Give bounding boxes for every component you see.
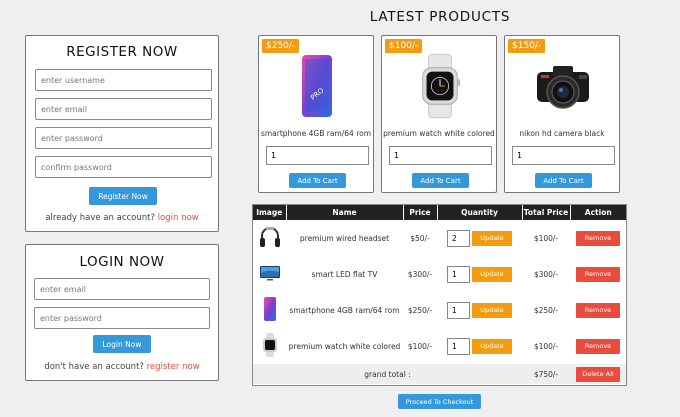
product-name: nikon hd camera black <box>519 129 605 138</box>
item-name: premium wired headset <box>299 233 390 243</box>
quantity-cell: Update <box>437 256 522 292</box>
login-now-link[interactable]: login now <box>158 213 199 223</box>
confirm-password-field[interactable] <box>35 156 212 178</box>
col-price: Price <box>403 205 438 220</box>
item-total: $300/- <box>533 269 559 279</box>
register-form: REGISTER NOW Register Now already have a… <box>25 35 219 232</box>
quantity-field[interactable] <box>512 146 615 165</box>
col-total-price: Total Price <box>522 205 571 220</box>
smartphone-icon <box>253 292 286 328</box>
item-total: $100/- <box>533 341 559 351</box>
login-footer: don't have an account? register now <box>26 362 218 372</box>
update-button[interactable]: Update <box>472 266 512 282</box>
product-card: $250/- PRO smartphone 4GB ram/64 rom Add… <box>258 35 374 193</box>
item-total: $250/- <box>533 305 559 315</box>
cart-quantity-field[interactable] <box>447 337 470 355</box>
cart-header-row: Image Name Price Quantity Total Price Ac… <box>253 205 626 220</box>
product-name: smartphone 4GB ram/64 rom <box>260 129 372 138</box>
register-button[interactable]: Register Now <box>89 187 157 205</box>
cart-table: Image Name Price Quantity Total Price Ac… <box>253 205 626 384</box>
tv-icon <box>253 256 286 292</box>
watch-icon <box>253 328 286 364</box>
register-footer: already have an account? login now <box>26 213 218 223</box>
register-footer-text: already have an account? <box>45 213 156 223</box>
grand-total-label: grand total : <box>253 364 522 384</box>
login-form: LOGIN NOW Login Now don't have an accoun… <box>25 244 219 381</box>
remove-button[interactable]: Remove <box>576 230 620 246</box>
cart-quantity-field[interactable] <box>447 229 470 247</box>
remove-button[interactable]: Remove <box>576 266 620 282</box>
item-price: $50/- <box>410 233 430 243</box>
item-price: $300/- <box>407 269 433 279</box>
update-button[interactable]: Update <box>472 302 512 318</box>
table-row: smartphone 4GB ram/64 rom $250/- Update … <box>253 292 626 328</box>
cart-quantity-field[interactable] <box>447 265 470 283</box>
col-image: Image <box>253 205 287 220</box>
email-field[interactable] <box>35 98 212 120</box>
col-quantity: Quantity <box>437 205 523 220</box>
quantity-cell: Update <box>437 328 522 364</box>
add-to-cart-button[interactable]: Add To Cart <box>535 173 592 188</box>
table-row: smart LED flat TV $300/- Update $300/- R… <box>253 256 626 292</box>
quantity-cell: Update <box>437 220 522 256</box>
update-button[interactable]: Update <box>472 230 512 246</box>
action-cell: Remove <box>570 256 626 292</box>
quantity-cell: Update <box>437 292 522 328</box>
camera-icon <box>533 50 593 122</box>
password-field[interactable] <box>35 127 212 149</box>
item-price: $250/- <box>407 305 433 315</box>
login-title: LOGIN NOW <box>79 254 165 270</box>
item-price: $100/- <box>407 341 433 351</box>
products-title: LATEST PRODUCTS <box>369 9 511 25</box>
remove-button[interactable]: Remove <box>576 338 620 354</box>
action-cell: Remove <box>570 292 626 328</box>
add-to-cart-button[interactable]: Add To Cart <box>289 173 346 188</box>
action-cell: Remove <box>570 220 626 256</box>
proceed-to-checkout-button[interactable]: Proceed To Checkout <box>398 394 481 409</box>
item-name: premium watch white colored <box>288 341 401 351</box>
item-total: $100/- <box>533 233 559 243</box>
login-email-field[interactable] <box>34 278 210 300</box>
headphones-icon <box>253 220 286 256</box>
item-name: smartphone 4GB ram/64 rom <box>289 305 400 315</box>
table-row: premium watch white colored $100/- Updat… <box>253 328 626 364</box>
product-card: $100/- premium watch white colored Add T… <box>381 35 497 193</box>
quantity-field[interactable] <box>266 146 369 165</box>
quantity-field[interactable] <box>389 146 492 165</box>
smartphone-icon: PRO <box>292 50 342 122</box>
register-title: REGISTER NOW <box>66 44 178 60</box>
login-button[interactable]: Login Now <box>93 335 151 353</box>
login-password-field[interactable] <box>34 307 210 329</box>
username-field[interactable] <box>35 69 212 91</box>
col-action: Action <box>570 205 626 220</box>
register-now-link[interactable]: register now <box>147 362 200 372</box>
cart-quantity-field[interactable] <box>447 301 470 319</box>
grand-total-row: grand total : $750/- Delete All <box>253 364 626 384</box>
table-row: premium wired headset $50/- Update $100/… <box>253 220 626 256</box>
update-button[interactable]: Update <box>472 338 512 354</box>
item-name: smart LED flat TV <box>311 269 378 279</box>
col-name: Name <box>286 205 404 220</box>
product-name: premium watch white colored <box>383 129 495 138</box>
login-footer-text: don't have an account? <box>44 362 144 372</box>
delete-all-button[interactable]: Delete All <box>576 366 620 382</box>
add-to-cart-button[interactable]: Add To Cart <box>412 173 469 188</box>
grand-total-value: $750/- <box>522 364 570 384</box>
product-card: $150/- nikon hd camera black Add To Cart <box>504 35 620 193</box>
delete-all-cell: Delete All <box>570 364 626 384</box>
watch-icon <box>415 50 465 122</box>
remove-button[interactable]: Remove <box>576 302 620 318</box>
action-cell: Remove <box>570 328 626 364</box>
shopping-cart: Image Name Price Quantity Total Price Ac… <box>252 204 627 386</box>
